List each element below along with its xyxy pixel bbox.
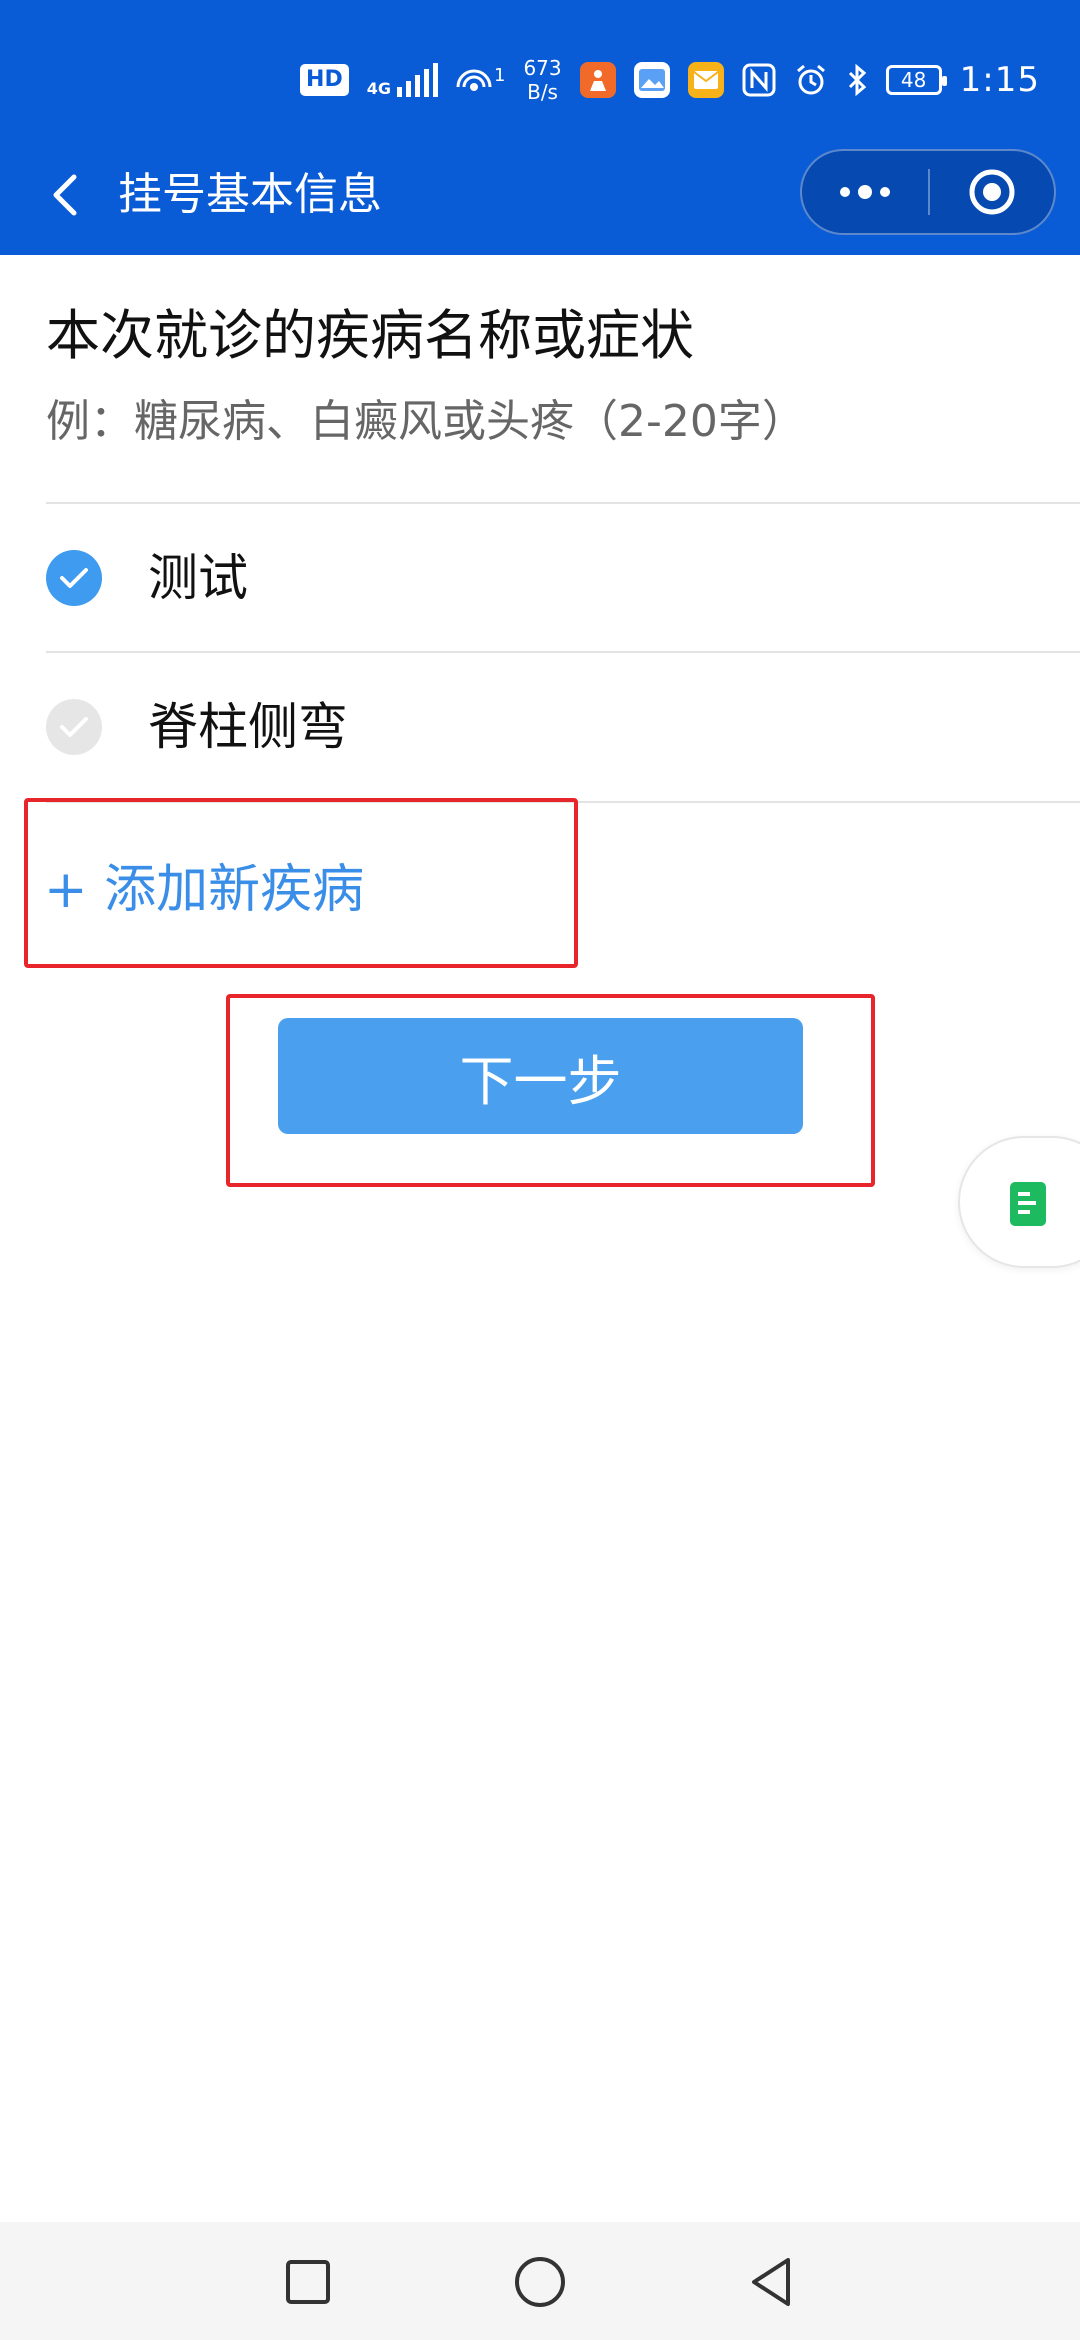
network-speed: 673 B/s — [523, 56, 561, 104]
recent-apps-square-icon[interactable] — [278, 2252, 338, 2312]
signal-bars-icon — [397, 63, 438, 97]
alarm-icon — [796, 64, 825, 95]
highlight-box-add — [24, 798, 578, 968]
wifi-sup: 1 — [494, 65, 506, 86]
app-notification-icon — [579, 62, 616, 98]
speed-value: 673 — [523, 56, 562, 80]
status-bar: HD 4G 1 673 B/s 48 1:15 — [300, 50, 1040, 110]
system-nav-bar — [0, 2222, 1080, 2340]
nav-bar: 挂号基本信息 — [0, 145, 1080, 245]
network-type: 4G — [366, 79, 391, 98]
battery-icon: 48 — [885, 65, 947, 95]
battery-level: 48 — [900, 68, 927, 92]
target-close-icon — [969, 169, 1015, 215]
floating-doc-button[interactable] — [958, 1136, 1080, 1268]
back-triangle-icon[interactable] — [742, 2252, 802, 2312]
cellular-signal: 4G — [367, 63, 438, 97]
clock: 1:15 — [959, 60, 1040, 100]
unchecked-icon — [46, 699, 102, 755]
page-title: 挂号基本信息 — [118, 169, 382, 220]
question-title: 本次就诊的疾病名称或症状 — [46, 304, 694, 367]
nfc-icon — [742, 63, 776, 97]
more-dots-icon — [840, 185, 890, 199]
disease-option-2[interactable]: 脊柱侧弯 — [0, 653, 1080, 801]
document-icon — [1010, 1182, 1046, 1226]
bluetooth-icon — [848, 63, 866, 97]
wifi-group: 1 — [456, 65, 505, 95]
disease-option-1[interactable]: 测试 — [0, 504, 1080, 652]
question-hint: 例：糖尿病、白癜风或头疼（2-20字） — [46, 396, 806, 447]
mail-notification-icon — [687, 62, 724, 98]
checked-icon — [46, 550, 102, 606]
option-label: 脊柱侧弯 — [148, 698, 348, 756]
option-label: 测试 — [148, 549, 248, 607]
highlight-box-next — [226, 994, 875, 1187]
home-circle-icon[interactable] — [510, 2252, 570, 2312]
wifi-hotspot-icon — [456, 69, 492, 91]
miniapp-capsule — [800, 149, 1056, 235]
close-miniapp-button[interactable] — [930, 151, 1054, 233]
gallery-notification-icon — [633, 62, 670, 98]
chevron-left-icon[interactable] — [40, 167, 96, 223]
hd-badge: HD — [300, 64, 349, 96]
speed-unit: B/s — [527, 80, 558, 104]
more-button[interactable] — [802, 151, 928, 233]
header-bar: HD 4G 1 673 B/s 48 1:15 挂号基本信息 — [0, 0, 1080, 255]
